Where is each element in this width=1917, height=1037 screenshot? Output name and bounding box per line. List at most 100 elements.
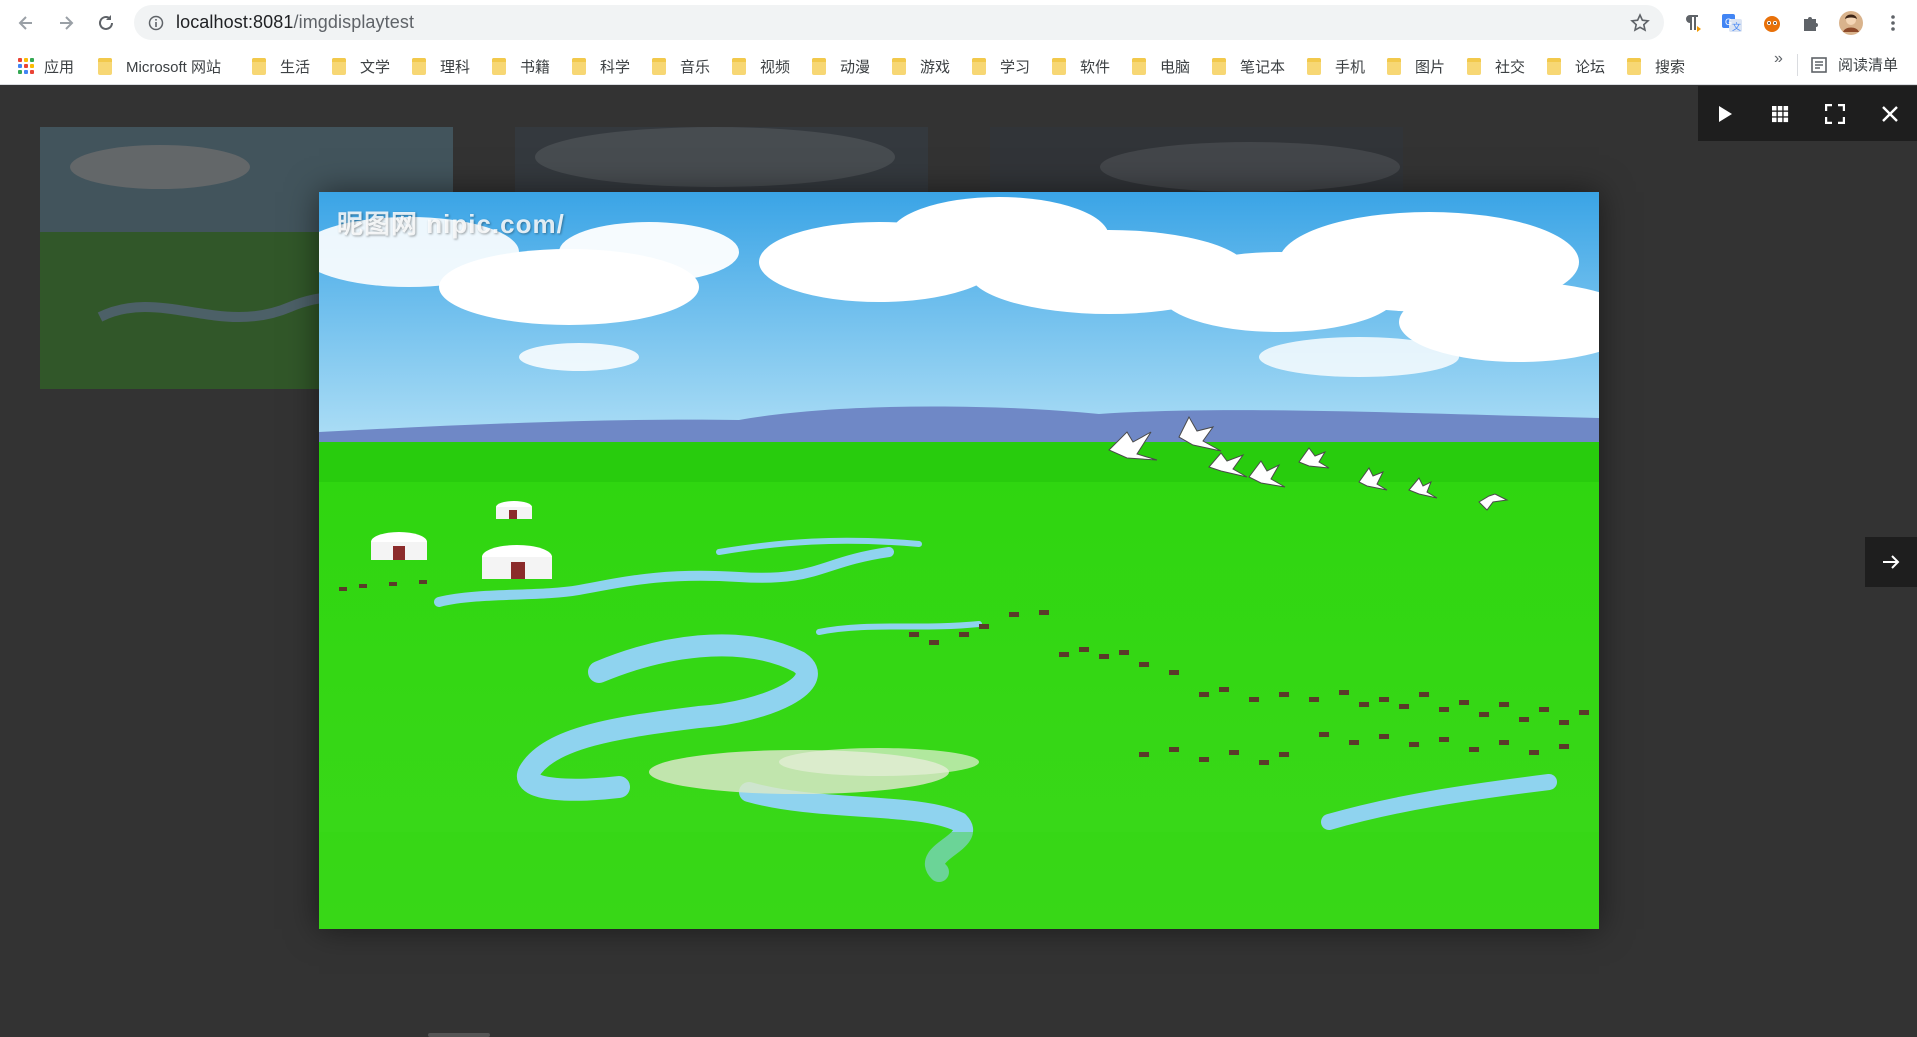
bookmark-label: 图片 (1415, 58, 1446, 76)
bookmark-kexue[interactable]: 科学 (572, 54, 630, 78)
bookmark-label: 理科 (440, 58, 471, 76)
profile-avatar[interactable] (1838, 10, 1864, 36)
bookmark-shenghuo[interactable]: 生活 (252, 54, 310, 78)
folder-icon (98, 57, 112, 75)
translate-extension-icon[interactable]: G文 (1719, 10, 1745, 36)
folder-icon (252, 57, 266, 75)
bookmark-label: 电脑 (1160, 58, 1191, 76)
bookmark-diannao[interactable]: 电脑 (1132, 54, 1190, 78)
bookmark-label: 游戏 (920, 58, 951, 76)
bookmark-ruanjian[interactable]: 软件 (1052, 54, 1110, 78)
bookmark-label: 笔记本 (1240, 58, 1286, 76)
bottom-indicator (428, 1033, 490, 1037)
forward-button[interactable] (52, 9, 80, 37)
arrow-right-icon (60, 16, 74, 30)
folder-icon (572, 57, 586, 75)
bookmark-shuji[interactable]: 书籍 (492, 54, 550, 78)
bookmark-shejiao[interactable]: 社交 (1467, 54, 1525, 78)
url-path: /imgdisplaytest (293, 12, 415, 32)
fullscreen-button[interactable] (1808, 86, 1863, 141)
reading-list-label: 阅读清单 (1838, 57, 1899, 74)
folder-icon (1307, 57, 1321, 75)
folder-icon (812, 57, 826, 75)
folder-icon (332, 57, 346, 75)
bookmarks-overflow-button[interactable]: » (1774, 50, 1783, 68)
menu-kebab-icon[interactable] (1880, 10, 1906, 36)
bookmarks-bar: 应用 Microsoft 网站 生活 文学 理科 书籍 科学 音乐 视频 动漫 … (0, 46, 1917, 85)
folder-icon (1547, 57, 1561, 75)
folder-icon (892, 57, 906, 75)
bookmark-shouji[interactable]: 手机 (1307, 54, 1365, 78)
bookmark-xuexi[interactable]: 学习 (972, 54, 1030, 78)
folder-icon (1132, 57, 1146, 75)
svg-text:G: G (1725, 17, 1732, 27)
browser-toolbar: localhost:8081/imgdisplaytest G文 (0, 0, 1917, 46)
bookmark-luntan[interactable]: 论坛 (1547, 54, 1605, 78)
bookmark-label: 学习 (1000, 58, 1031, 76)
extension-paragraph-icon[interactable] (1679, 10, 1705, 36)
folder-icon (412, 57, 426, 75)
bookmark-sousuo[interactable]: 搜索 (1627, 54, 1685, 78)
bookmark-like[interactable]: 理科 (412, 54, 470, 78)
address-bar[interactable]: localhost:8081/imgdisplaytest (134, 5, 1664, 40)
url-host: localhost:8081 (176, 12, 294, 32)
grid-icon (1772, 105, 1789, 122)
folder-icon (652, 57, 666, 75)
url-text[interactable]: localhost:8081/imgdisplaytest (176, 12, 414, 33)
close-icon (1881, 105, 1898, 122)
bookmark-bijiben[interactable]: 笔记本 (1212, 54, 1285, 78)
bookmark-tupian[interactable]: 图片 (1387, 54, 1445, 78)
tampermonkey-extension-icon[interactable] (1759, 10, 1785, 36)
reload-icon (99, 15, 113, 30)
folder-icon (492, 57, 506, 75)
bookmark-label: 文学 (360, 58, 391, 76)
folder-icon (732, 57, 746, 75)
info-icon[interactable] (148, 15, 164, 36)
reload-button[interactable] (92, 9, 120, 37)
bookmark-label: 社交 (1495, 58, 1526, 76)
reading-list-icon (1811, 56, 1827, 73)
bookmark-label: 生活 (280, 58, 311, 76)
close-viewer-button[interactable] (1862, 86, 1917, 141)
image-watermark: 昵图网 nipic.com/ (337, 209, 565, 239)
bookmark-label: Microsoft 网站 (126, 58, 222, 76)
bookmark-label: 论坛 (1575, 58, 1606, 76)
bookmark-microsoft[interactable]: Microsoft 网站 (98, 54, 221, 78)
fullscreen-icon (1824, 103, 1845, 124)
bookmark-label: 视频 (760, 58, 791, 76)
bookmark-dongman[interactable]: 动漫 (812, 54, 870, 78)
arrow-right-icon (1883, 555, 1900, 569)
folder-icon (1052, 57, 1066, 75)
viewer-main-image[interactable]: 昵图网 nipic.com/ (319, 192, 1599, 929)
viewer-toolbar (1698, 86, 1917, 141)
bookmark-label: 手机 (1335, 58, 1366, 76)
thumbnails-grid-button[interactable] (1753, 86, 1808, 141)
bookmark-youxi[interactable]: 游戏 (892, 54, 950, 78)
arrow-left-icon (18, 16, 32, 30)
bookmark-label: 书籍 (520, 58, 551, 76)
folder-icon (972, 57, 986, 75)
bookmark-label: 音乐 (680, 58, 711, 76)
bookmark-label: 应用 (44, 58, 75, 76)
folder-icon (1212, 57, 1226, 75)
folder-icon (1387, 57, 1401, 75)
bookmark-shipin[interactable]: 视频 (732, 54, 790, 78)
next-image-button[interactable] (1865, 537, 1917, 587)
slideshow-play-button[interactable] (1698, 86, 1753, 141)
bookmark-wenxue[interactable]: 文学 (332, 54, 390, 78)
bookmark-label: 动漫 (840, 58, 871, 76)
bookmark-star-icon[interactable] (1630, 13, 1650, 38)
play-icon (1719, 105, 1733, 122)
viewer-backdrop[interactable]: 昵图网 nipic.com/ (0, 86, 1917, 1037)
bookmark-yinyue[interactable]: 音乐 (652, 54, 710, 78)
svg-text:文: 文 (1732, 21, 1741, 33)
reading-list-button[interactable]: 阅读清单 (1810, 54, 1898, 75)
apps-grid-icon (18, 58, 34, 74)
folder-icon (1627, 57, 1641, 75)
folder-icon (1467, 57, 1481, 75)
extensions-puzzle-icon[interactable] (1798, 10, 1824, 36)
bookmark-label: 科学 (600, 58, 631, 76)
back-button[interactable] (12, 9, 40, 37)
bookmark-apps[interactable]: 应用 (18, 54, 74, 78)
bookmark-label: 搜索 (1655, 58, 1686, 76)
